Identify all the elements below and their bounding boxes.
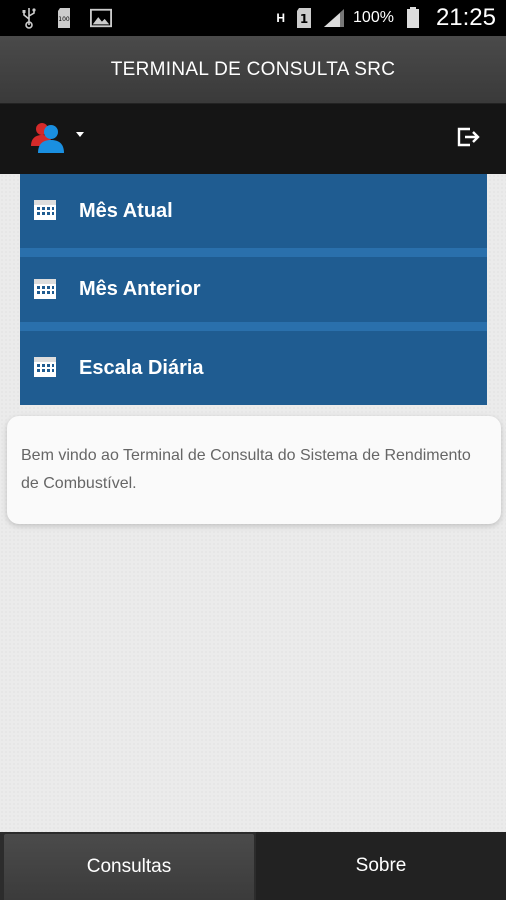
logout-button[interactable]	[456, 126, 480, 152]
status-right: H 1 100% 21:25	[276, 4, 496, 32]
main-content: Mês Atual Mês Anterior Escala Diária Bem…	[0, 174, 506, 832]
tab-label: Sobre	[355, 855, 407, 876]
bottom-tab-bar: Consultas Sobre	[0, 832, 506, 900]
menu-list: Mês Atual Mês Anterior Escala Diária	[20, 174, 487, 405]
signal-icon	[323, 7, 345, 29]
status-left: 100	[18, 7, 112, 29]
clock: 21:25	[435, 4, 496, 31]
calendar-icon	[33, 354, 57, 382]
sd-card-icon: 100	[54, 7, 76, 29]
battery-percent: 100%	[353, 9, 394, 26]
menu-item-label: Mês Atual	[79, 199, 173, 222]
action-bar	[0, 104, 506, 174]
sim-icon: 1	[293, 7, 315, 29]
image-icon	[90, 7, 112, 29]
tab-sobre[interactable]: Sobre	[256, 832, 506, 900]
welcome-card: Bem vindo ao Terminal de Consulta do Sis…	[7, 416, 501, 524]
menu-item-label: Escala Diária	[79, 356, 204, 379]
status-bar: 100 H 1 100% 21:25	[0, 0, 506, 36]
page-title: TERMINAL DE CONSULTA SRC	[110, 58, 396, 80]
calendar-icon	[33, 276, 57, 304]
tab-label: Consultas	[86, 856, 172, 877]
sim-slot-number: 1	[300, 12, 308, 26]
logout-icon	[456, 127, 480, 152]
title-bar: TERMINAL DE CONSULTA SRC	[0, 36, 506, 104]
battery-icon	[402, 7, 424, 29]
menu-item-mes-atual[interactable]: Mês Atual	[20, 174, 487, 257]
user-menu-button[interactable]	[30, 120, 84, 158]
calendar-icon	[33, 197, 57, 225]
network-type: H	[276, 11, 286, 25]
usb-icon	[18, 7, 40, 29]
menu-item-label: Mês Anterior	[79, 278, 201, 300]
svg-text:100: 100	[58, 16, 70, 23]
menu-item-escala-diaria[interactable]: Escala Diária	[20, 331, 487, 405]
welcome-text: Bem vindo ao Terminal de Consulta do Sis…	[21, 447, 471, 492]
user-icon	[30, 120, 68, 158]
chevron-down-icon	[76, 131, 84, 137]
tab-consultas[interactable]: Consultas	[4, 834, 254, 900]
menu-item-mes-anterior[interactable]: Mês Anterior	[20, 257, 487, 331]
